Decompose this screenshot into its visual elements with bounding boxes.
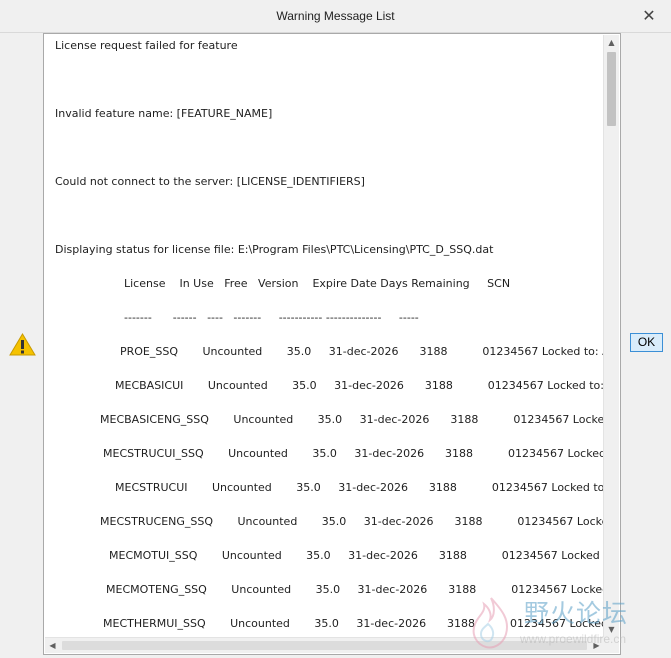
message-text-area[interactable]: License request failed for feature Inval…: [43, 33, 621, 655]
vertical-scrollbar[interactable]: ▲ ▼: [603, 35, 619, 637]
horizontal-scroll-thumb[interactable]: [62, 641, 587, 650]
close-icon[interactable]: ✕: [639, 6, 659, 26]
message-line: Could not connect to the server: [LICENS…: [55, 175, 365, 188]
table-separator: ------- ------ ---- ------- ----------- …: [124, 311, 419, 324]
horizontal-scrollbar[interactable]: ◀ ▶: [45, 637, 604, 653]
license-row: MECSTRUCENG_SSQ Uncounted 35.0 31-dec-20…: [100, 515, 604, 528]
scroll-right-arrow-icon[interactable]: ▶: [589, 638, 604, 653]
message-line: Displaying status for license file: E:\P…: [55, 243, 494, 256]
message-line: License request failed for feature: [55, 39, 238, 52]
vertical-scroll-thumb[interactable]: [607, 52, 616, 126]
table-header: License In Use Free Version Expire Date …: [124, 277, 511, 290]
license-row: MECTHERMUI_SSQ Uncounted 35.0 31-dec-202…: [103, 617, 604, 630]
window-title: Warning Message List: [276, 9, 395, 23]
title-bar: Warning Message List ✕: [0, 0, 671, 33]
warning-icon: [9, 333, 36, 356]
ok-button[interactable]: OK: [630, 333, 663, 352]
message-content: License request failed for feature Inval…: [45, 35, 604, 637]
license-row: MECMOTUI_SSQ Uncounted 35.0 31-dec-2026 …: [109, 549, 604, 562]
license-row: MECBASICENG_SSQ Uncounted 35.0 31-dec-20…: [100, 413, 604, 426]
license-row: PROE_SSQ Uncounted 35.0 31-dec-2026 3188…: [120, 345, 604, 358]
scroll-down-arrow-icon[interactable]: ▼: [604, 622, 619, 637]
scrollbar-corner: [603, 637, 619, 653]
license-row: MECBASICUI Uncounted 35.0 31-dec-2026 31…: [115, 379, 604, 392]
license-row: MECMOTENG_SSQ Uncounted 35.0 31-dec-2026…: [106, 583, 604, 596]
license-row: MECSTRUCUI_SSQ Uncounted 35.0 31-dec-202…: [103, 447, 604, 460]
scroll-up-arrow-icon[interactable]: ▲: [604, 35, 619, 50]
message-line: Invalid feature name: [FEATURE_NAME]: [55, 107, 273, 120]
license-row: MECSTRUCUI Uncounted 35.0 31-dec-2026 31…: [115, 481, 604, 494]
scroll-left-arrow-icon[interactable]: ◀: [45, 638, 60, 653]
